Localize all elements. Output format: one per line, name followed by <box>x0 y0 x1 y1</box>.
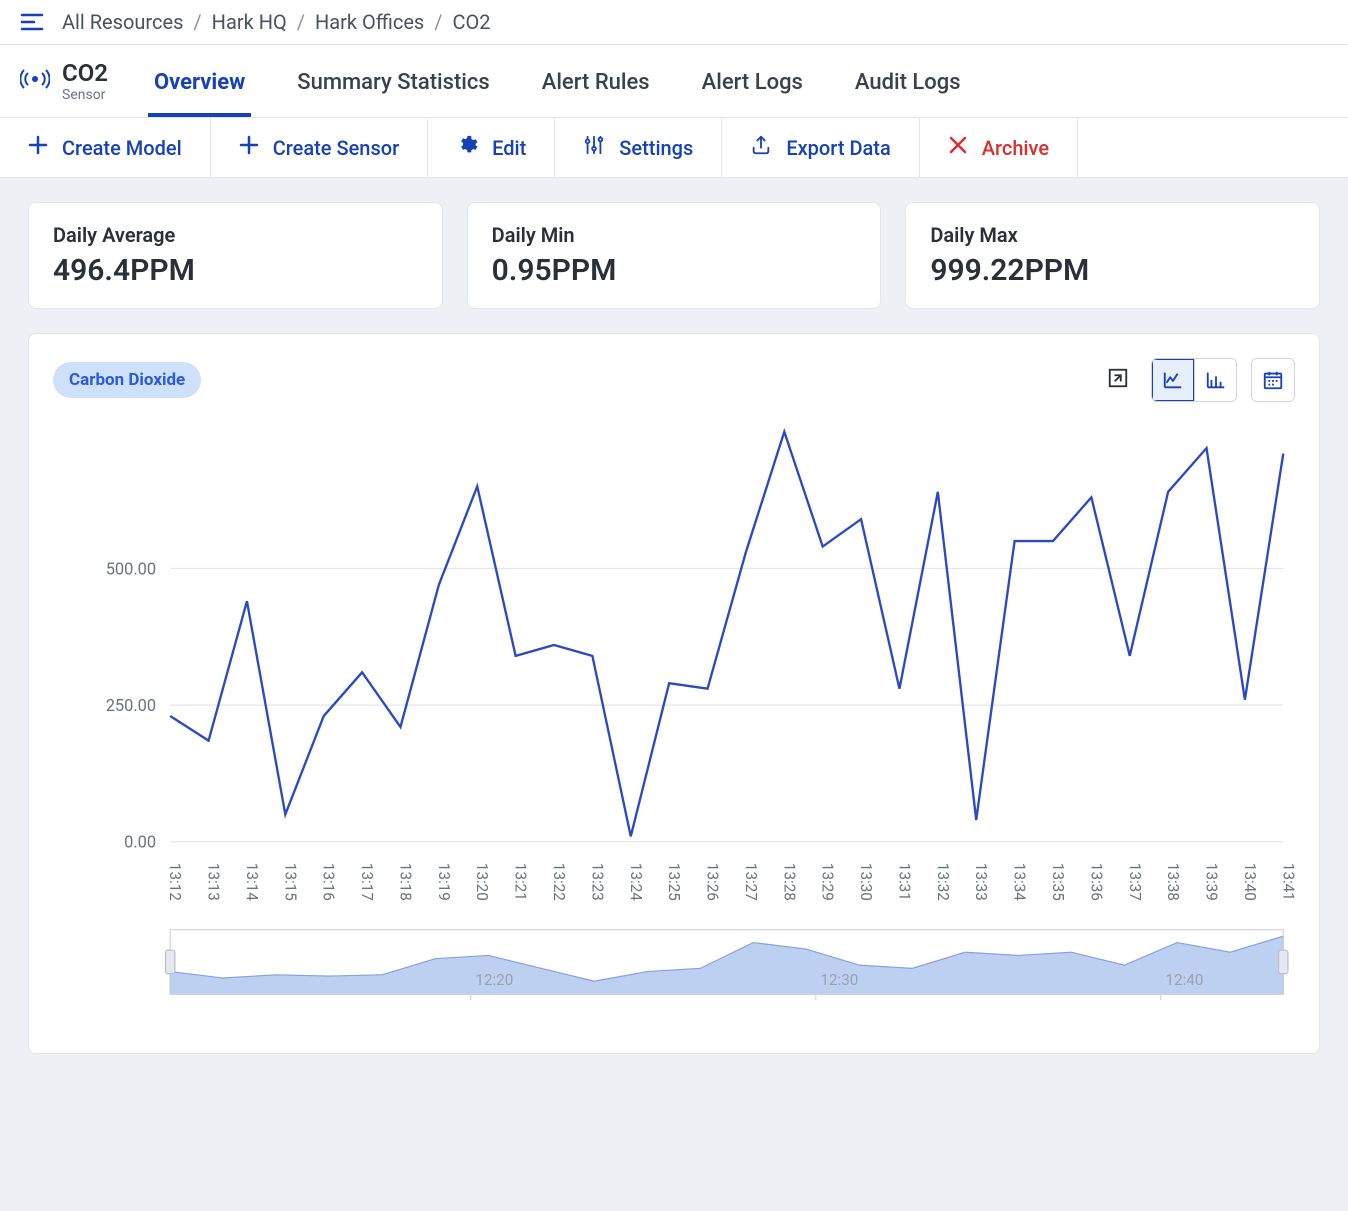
svg-text:13:30: 13:30 <box>857 863 875 901</box>
edit-button[interactable]: Edit <box>428 118 555 177</box>
sliders-icon <box>583 134 605 161</box>
archive-button[interactable]: Archive <box>920 118 1078 177</box>
breadcrumb-current: CO2 <box>453 10 491 34</box>
chart-type-toggle <box>1151 358 1237 402</box>
svg-text:13:35: 13:35 <box>1049 863 1067 901</box>
card-value: 496.4PPM <box>53 253 418 288</box>
svg-text:13:19: 13:19 <box>435 863 453 901</box>
plus-icon <box>28 135 48 160</box>
export-icon <box>750 134 772 161</box>
export-data-button[interactable]: Export Data <box>722 118 919 177</box>
line-chart-icon[interactable] <box>1152 359 1194 401</box>
daily-average-card: Daily Average 496.4PPM <box>28 202 443 309</box>
page-subtitle: Sensor <box>62 87 108 103</box>
tab-alert-logs[interactable]: Alert Logs <box>696 50 809 117</box>
svg-text:13:14: 13:14 <box>243 863 261 901</box>
action-label: Settings <box>619 136 693 160</box>
tab-alert-rules[interactable]: Alert Rules <box>536 50 656 117</box>
svg-text:12:20: 12:20 <box>475 971 513 989</box>
breadcrumb-sep: / <box>193 10 201 34</box>
tab-overview[interactable]: Overview <box>148 50 251 117</box>
breadcrumb-item[interactable]: Hark Offices <box>315 10 424 34</box>
svg-text:13:15: 13:15 <box>281 863 299 901</box>
svg-text:13:40: 13:40 <box>1241 863 1259 901</box>
svg-text:13:23: 13:23 <box>588 863 606 901</box>
title-section: CO2 Sensor <box>20 45 108 117</box>
date-picker-button[interactable] <box>1251 358 1295 402</box>
svg-text:13:31: 13:31 <box>895 863 913 901</box>
tabs: Overview Summary Statistics Alert Rules … <box>148 50 967 117</box>
chart-tools <box>1099 358 1295 402</box>
svg-text:13:39: 13:39 <box>1203 863 1221 901</box>
expand-icon[interactable] <box>1099 359 1137 401</box>
close-icon <box>948 135 968 160</box>
svg-text:13:18: 13:18 <box>396 863 414 901</box>
svg-text:13:34: 13:34 <box>1011 863 1029 901</box>
action-bar: Create Model Create Sensor Edit Settings… <box>0 117 1348 178</box>
svg-text:13:12: 13:12 <box>166 863 184 901</box>
svg-text:13:37: 13:37 <box>1126 863 1144 901</box>
breadcrumb-sep: / <box>297 10 305 34</box>
svg-text:13:25: 13:25 <box>665 863 683 901</box>
tab-audit-logs[interactable]: Audit Logs <box>849 50 967 117</box>
card-label: Daily Min <box>492 223 857 247</box>
page-title: CO2 <box>62 59 108 87</box>
chart-area: 0.00 250.00 500.00 13:12 13:13 13:14 13:15 13:1… <box>53 420 1295 1029</box>
breadcrumb-item[interactable]: Hark HQ <box>212 10 287 34</box>
svg-text:13:20: 13:20 <box>473 863 491 901</box>
calendar-icon <box>1252 359 1294 401</box>
action-label: Export Data <box>786 136 890 160</box>
svg-text:13:17: 13:17 <box>358 863 376 901</box>
svg-text:13:33: 13:33 <box>972 863 990 901</box>
daily-max-card: Daily Max 999.22PPM <box>905 202 1320 309</box>
stat-cards: Daily Average 496.4PPM Daily Min 0.95PPM… <box>0 178 1348 333</box>
create-sensor-button[interactable]: Create Sensor <box>211 118 428 177</box>
svg-text:13:29: 13:29 <box>819 863 837 901</box>
svg-text:13:26: 13:26 <box>704 863 722 901</box>
action-label: Archive <box>982 136 1049 160</box>
svg-text:13:22: 13:22 <box>550 863 568 901</box>
svg-text:13:41: 13:41 <box>1279 863 1295 901</box>
card-value: 0.95PPM <box>492 253 857 288</box>
svg-text:13:24: 13:24 <box>627 863 645 901</box>
svg-text:12:30: 12:30 <box>820 971 858 989</box>
svg-text:13:27: 13:27 <box>742 863 760 901</box>
svg-text:13:21: 13:21 <box>512 863 530 901</box>
svg-text:0.00: 0.00 <box>124 834 156 853</box>
menu-icon[interactable] <box>20 12 44 32</box>
chart-card: Carbon Dioxide 0.00 250.00 500.00 13:12 13:1… <box>28 333 1320 1054</box>
chart-header: Carbon Dioxide <box>53 358 1295 402</box>
plus-icon <box>239 135 259 160</box>
create-model-button[interactable]: Create Model <box>0 118 211 177</box>
action-label: Edit <box>492 136 526 160</box>
svg-text:13:38: 13:38 <box>1164 863 1182 901</box>
svg-text:13:28: 13:28 <box>780 863 798 901</box>
page-header: CO2 Sensor Overview Summary Statistics A… <box>0 45 1348 117</box>
svg-text:500.00: 500.00 <box>106 560 156 579</box>
svg-text:13:36: 13:36 <box>1087 863 1105 901</box>
sensor-icon <box>20 67 50 95</box>
action-label: Create Sensor <box>273 136 399 160</box>
svg-text:13:16: 13:16 <box>320 863 338 901</box>
svg-text:13:32: 13:32 <box>934 863 952 901</box>
svg-text:12:40: 12:40 <box>1166 971 1204 989</box>
svg-text:250.00: 250.00 <box>106 697 156 716</box>
breadcrumb: All Resources / Hark HQ / Hark Offices /… <box>62 10 491 34</box>
svg-text:13:13: 13:13 <box>205 863 223 901</box>
settings-button[interactable]: Settings <box>555 118 722 177</box>
title-block: CO2 Sensor <box>62 59 108 103</box>
card-label: Daily Max <box>930 223 1295 247</box>
daily-min-card: Daily Min 0.95PPM <box>467 202 882 309</box>
breadcrumb-item[interactable]: All Resources <box>62 10 183 34</box>
tab-summary-statistics[interactable]: Summary Statistics <box>291 50 495 117</box>
series-pill[interactable]: Carbon Dioxide <box>53 362 201 398</box>
gear-icon <box>456 134 478 161</box>
bar-chart-icon[interactable] <box>1194 359 1236 401</box>
top-bar: All Resources / Hark HQ / Hark Offices /… <box>0 0 1348 45</box>
action-label: Create Model <box>62 136 182 160</box>
card-value: 999.22PPM <box>930 253 1295 288</box>
line-chart[interactable]: 0.00 250.00 500.00 13:12 13:13 13:14 13:15 13:1… <box>53 420 1295 1029</box>
breadcrumb-sep: / <box>434 10 442 34</box>
card-label: Daily Average <box>53 223 418 247</box>
